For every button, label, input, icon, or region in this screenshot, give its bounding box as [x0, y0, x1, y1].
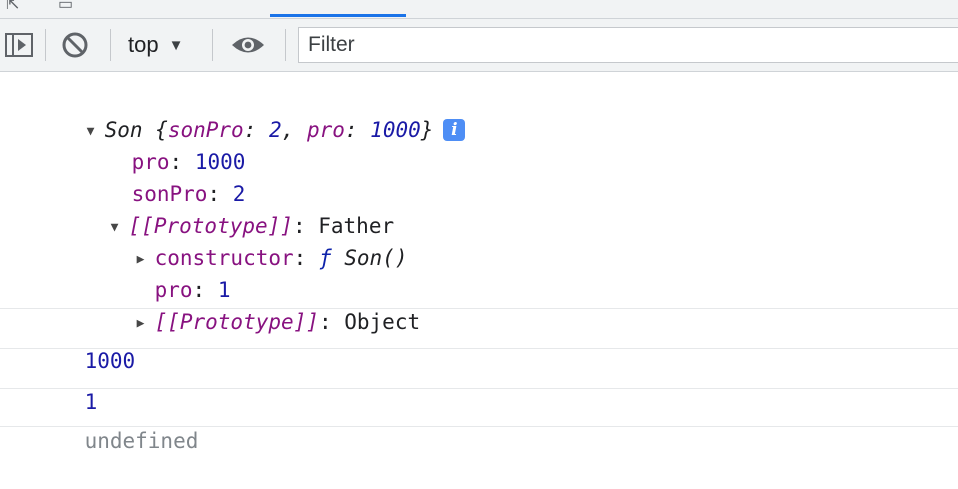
constructor-row[interactable]: ▶ constructor: ƒ Son()	[86, 210, 408, 270]
device-toggle-icon[interactable]: ▭	[58, 0, 73, 14]
sidebar-toggle-icon	[5, 33, 33, 57]
message-divider	[0, 308, 958, 309]
property-row: pro: 1000	[131, 150, 246, 174]
toolbar-divider	[285, 29, 286, 61]
result-value: undefined	[84, 429, 199, 453]
sidebar-toggle-button[interactable]	[2, 29, 36, 61]
inspect-icon[interactable]: ⇱	[6, 0, 19, 14]
message-divider	[0, 388, 958, 389]
collapsed-triangle-icon[interactable]: ▶	[137, 308, 155, 340]
filter-input[interactable]	[298, 27, 958, 63]
devtools-tab-strip: ⇱ ▭	[0, 0, 958, 19]
prototype-value: Object	[344, 310, 421, 334]
prototype-label: [[Prototype]]	[154, 310, 319, 334]
preview-value: 2	[268, 118, 282, 142]
caret-down-icon: ▼	[168, 36, 184, 54]
result-message: undefined	[34, 393, 199, 453]
prototype-row[interactable]: ▼ [[Prototype]]: Father	[60, 178, 395, 238]
toolbar-divider	[212, 29, 213, 61]
eye-icon	[232, 37, 264, 53]
log-message: 1	[34, 354, 98, 414]
preview-key: pro	[306, 118, 345, 142]
function-marker: ƒ	[318, 246, 332, 270]
context-selector[interactable]: top ▼	[128, 29, 183, 61]
preview-brace: }	[420, 118, 434, 142]
inner-prototype-row[interactable]: ▶ [[Prototype]]: Object	[86, 274, 421, 334]
clear-console-icon	[62, 32, 88, 58]
preview-value: 1000	[370, 118, 421, 142]
toolbar-divider	[45, 29, 46, 61]
console-toolbar: top ▼	[0, 19, 958, 72]
property-row: sonPro: 2	[131, 182, 246, 206]
log-message: 1000	[34, 313, 136, 373]
context-label: top	[128, 32, 159, 57]
message-divider	[0, 426, 958, 427]
object-summary-row[interactable]: ▼ Son {sonPro: 2, pro: 1000} i	[36, 82, 466, 142]
property-row: pro: 1	[154, 278, 231, 302]
active-tab-indicator	[270, 14, 406, 17]
live-expression-button[interactable]	[228, 29, 268, 61]
function-name: Son()	[344, 246, 408, 270]
message-divider	[0, 348, 958, 349]
clear-console-button[interactable]	[58, 29, 92, 61]
toolbar-divider	[110, 29, 111, 61]
info-icon[interactable]: i	[443, 119, 466, 141]
